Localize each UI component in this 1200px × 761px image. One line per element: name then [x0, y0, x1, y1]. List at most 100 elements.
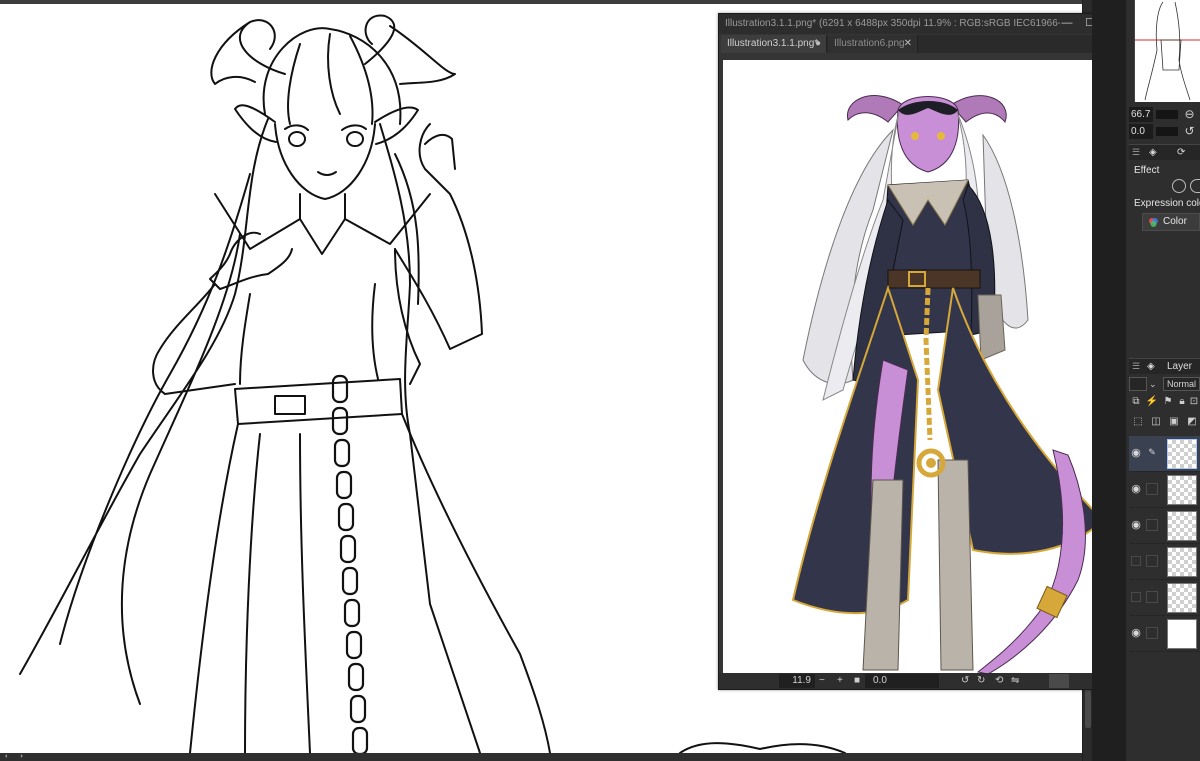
- layer-row[interactable]: ◉: [1129, 616, 1200, 652]
- draft-layer-icon[interactable]: ⚑: [1161, 394, 1175, 410]
- zoom-out-icon[interactable]: ⊖: [1182, 107, 1197, 122]
- eye-icon[interactable]: ◉: [1129, 518, 1143, 532]
- lineart-coat: [189, 413, 551, 753]
- navigator-preview: [1135, 1, 1200, 101]
- modified-dot-icon[interactable]: ●: [815, 35, 821, 53]
- rotate-left-icon[interactable]: ◐: [2, 753, 12, 761]
- eye-icon[interactable]: ◉: [1129, 626, 1143, 640]
- zoom-in-button[interactable]: +: [837, 674, 843, 688]
- lineart-belt: [234, 378, 403, 425]
- layer-row[interactable]: ◉: [1129, 508, 1200, 544]
- layer-mask-icon[interactable]: ◩: [1185, 414, 1199, 430]
- rotate-right-icon[interactable]: ↻: [977, 674, 985, 688]
- lineart-hair-left: [19, 118, 269, 705]
- mask-icon[interactable]: ⬚: [1131, 414, 1145, 430]
- layer-thumbnail: [1167, 547, 1197, 577]
- close-tab-icon[interactable]: ✕: [904, 35, 912, 53]
- layers-icon: ◈: [1147, 361, 1155, 372]
- layer-toolbar-row-2: ⬚ ◫ ▣ ◩: [1129, 414, 1200, 432]
- sub-window-statusbar: 11.9 − + ■ 0.0 ↺ ↻ ⟲ ⇋: [719, 673, 1119, 689]
- color-button-label: Color: [1163, 216, 1187, 227]
- lineart-horn-right: [364, 14, 456, 85]
- reset-rotation-icon[interactable]: ⟲: [995, 674, 1003, 688]
- watercolor-edge-icon[interactable]: [1190, 179, 1200, 193]
- ruler-icon[interactable]: ◫: [1149, 414, 1163, 430]
- lineart-chain: [331, 374, 369, 753]
- blend-mode-select[interactable]: Normal: [1163, 377, 1200, 391]
- pencil-icon: ✎: [1148, 447, 1156, 457]
- canvas-horizontal-scrollbar[interactable]: ◐ ◑: [0, 753, 1082, 761]
- minimize-button[interactable]: —: [1060, 16, 1074, 30]
- grip-icon: ☰: [1132, 147, 1141, 157]
- tool-property-tab-icon[interactable]: ⟳: [1177, 146, 1185, 160]
- lock-alpha-icon[interactable]: ⊡: [1187, 394, 1200, 410]
- layer-thumbnail: [1167, 511, 1197, 541]
- expression-color-label: Expression color: [1134, 198, 1200, 209]
- flip-icon[interactable]: ⇋: [1011, 674, 1019, 688]
- border-effect-icon[interactable]: [1172, 179, 1186, 193]
- eye-icon[interactable]: ◉: [1129, 446, 1143, 460]
- sub-window-tabbar: Illustration3.1.1.png* ● Illustration6.p…: [721, 35, 1117, 53]
- layer-thumbnail: [1167, 475, 1197, 505]
- navigator-rotation-row: 0.0 ↺: [1129, 124, 1200, 140]
- lineart-horn-left: [210, 19, 286, 85]
- eye-icon[interactable]: ◉: [1129, 482, 1143, 496]
- navigator-zoom-field[interactable]: 66.7: [1129, 107, 1153, 122]
- tab-illustration6[interactable]: Illustration6.png ✕: [828, 35, 918, 53]
- palette-color-icon[interactable]: ▣: [1167, 414, 1181, 430]
- fit-icon[interactable]: ■: [854, 674, 860, 688]
- effect-buttons: [1164, 178, 1200, 196]
- navigator-thumbnail[interactable]: [1134, 0, 1200, 102]
- layer-checkbox[interactable]: [1146, 627, 1158, 639]
- expression-color-button[interactable]: Color: [1142, 213, 1200, 231]
- layer-row[interactable]: ◉: [1129, 472, 1200, 508]
- zoom-out-button[interactable]: −: [819, 674, 825, 688]
- layer-checkbox[interactable]: [1146, 519, 1158, 531]
- rotate-right-icon[interactable]: ◑: [16, 753, 26, 761]
- gold-chain: [923, 287, 933, 441]
- tab-label: Illustration6.png: [834, 38, 905, 49]
- layer-row[interactable]: [1129, 580, 1200, 616]
- effect-label: Effect: [1134, 165, 1160, 176]
- layer-row[interactable]: ◉ ✎: [1129, 436, 1200, 472]
- layer-color-chip[interactable]: [1129, 377, 1147, 391]
- layer-checkbox[interactable]: [1146, 483, 1158, 495]
- tab-label: Illustration3.1.1.png*: [727, 38, 819, 49]
- hidden-eye-box[interactable]: [1131, 592, 1141, 602]
- layer-thumbnail: [1167, 583, 1197, 613]
- lineart-hair-top: [262, 27, 402, 125]
- blend-mode-row: ⌄ Normal: [1129, 376, 1200, 394]
- sub-view-window[interactable]: Illustration3.1.1.png* (6291 x 6488px 35…: [718, 13, 1120, 690]
- rotate-reset-icon[interactable]: ↺: [1182, 124, 1197, 139]
- color-illustration: [791, 95, 1105, 674]
- property-tabbar: ☰ ◈ ⟳: [1129, 144, 1200, 160]
- grip-icon: ☰: [1132, 361, 1141, 371]
- hidden-eye-box[interactable]: [1131, 556, 1141, 566]
- sub-window-title: Illustration3.1.1.png* (6291 x 6488px 35…: [725, 18, 1060, 29]
- sub-window-titlebar[interactable]: Illustration3.1.1.png* (6291 x 6488px 35…: [719, 14, 1119, 34]
- reference-layer-icon[interactable]: ⚡: [1145, 394, 1159, 410]
- bottom-scroll-thumb[interactable]: [1049, 674, 1069, 688]
- layer-row[interactable]: [1129, 544, 1200, 580]
- layer-checkbox[interactable]: [1146, 555, 1158, 567]
- paper-layer-thumbnail: [1167, 619, 1197, 649]
- sub-window-canvas[interactable]: [723, 60, 1105, 674]
- navigator-zoom-slider[interactable]: [1156, 110, 1178, 119]
- rotate-left-icon[interactable]: ↺: [961, 674, 969, 688]
- layer-checkbox[interactable]: [1146, 591, 1158, 603]
- layer-toolbar-row-1: ⧉ ⚡ ⚑ 🔒︎ ⊡: [1129, 394, 1200, 412]
- navigator-rotation-field[interactable]: 0.0: [1129, 124, 1153, 139]
- navigator-zoom-row: 66.7 ⊖: [1129, 107, 1200, 123]
- layer-tab-label[interactable]: Layer: [1167, 360, 1192, 374]
- rotation-field[interactable]: 0.0: [869, 674, 939, 688]
- tab-illustration3[interactable]: Illustration3.1.1.png* ●: [721, 35, 827, 53]
- navigator-rotation-slider[interactable]: [1156, 127, 1178, 136]
- chevron-down-icon[interactable]: ⌄: [1149, 377, 1161, 391]
- lineart-torso: [152, 248, 421, 395]
- panel-strip: [1092, 0, 1126, 761]
- layer-property-tab-icon[interactable]: ◈: [1149, 146, 1157, 160]
- layer-tabbar: ☰ ◈ Layer: [1129, 358, 1200, 374]
- zoom-field[interactable]: 11.9: [779, 674, 815, 688]
- layer-thumbnail: [1167, 439, 1197, 469]
- clip-icon[interactable]: ⧉: [1129, 394, 1143, 410]
